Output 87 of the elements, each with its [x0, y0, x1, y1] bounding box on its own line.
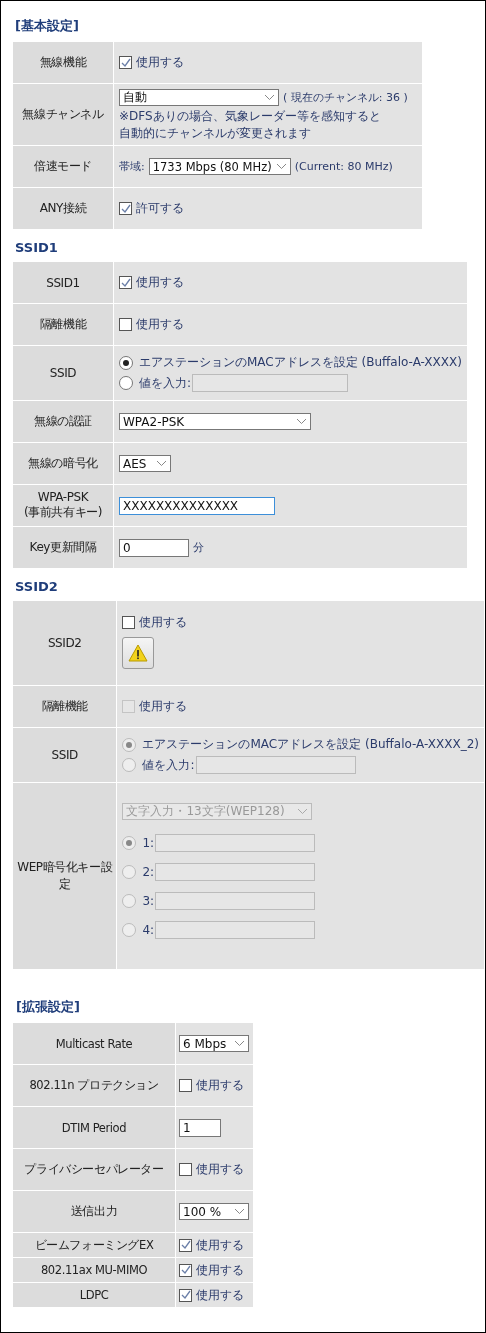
label-cell: Multicast Rate: [13, 1023, 175, 1064]
status-text: (Current: 80 MHz): [294, 160, 393, 173]
label-cell: Key更新間隔: [13, 527, 113, 568]
chevron-icon: [296, 418, 307, 425]
checkmark-icon: [180, 1265, 191, 1275]
input-field[interactable]: [155, 920, 316, 939]
checkmark-icon: [180, 1240, 191, 1250]
dropdown[interactable]: AES: [119, 455, 171, 472]
label-cell: 802.11ax MU-MIMO: [13, 1258, 175, 1282]
label-cell: 隔離機能: [13, 304, 113, 345]
chevron-icon: [264, 94, 275, 101]
checkbox-label[interactable]: 使用する: [196, 1236, 244, 1254]
checkbox-label[interactable]: 使用する: [196, 1077, 244, 1094]
label-cell: 隔離機能: [13, 686, 117, 727]
note-text: 自動的にチャンネルが変更されます: [119, 127, 311, 140]
radio-label[interactable]: エアステーションのMACアドレスを設定 (Buffalo-A-XXXX): [139, 354, 462, 371]
label-cell: ANY接続: [13, 188, 113, 229]
label-cell: 無線チャンネル: [13, 84, 113, 145]
checkbox-label[interactable]: 使用する: [136, 274, 184, 291]
checkbox-label[interactable]: 使用する: [196, 1286, 244, 1304]
input-field[interactable]: [195, 756, 356, 774]
checkbox[interactable]: [119, 276, 132, 289]
input-field[interactable]: 1: [179, 1118, 221, 1137]
checkbox[interactable]: [119, 318, 132, 331]
input-field[interactable]: [192, 374, 349, 392]
note-text: ※DFSありの場合、気象レーダー等を感知すると: [119, 110, 381, 123]
label-cell: 802.11n プロテクション: [13, 1065, 175, 1106]
checkbox-label[interactable]: 使用する: [136, 316, 184, 333]
chevron-icon: [275, 163, 287, 170]
checkmark-icon: [120, 203, 131, 214]
checkbox[interactable]: [179, 1263, 192, 1277]
input-field[interactable]: 0: [119, 538, 189, 557]
label-cell: ビームフォーミングEX: [13, 1233, 175, 1257]
label-cell: 倍速モード: [13, 146, 113, 187]
checkbox[interactable]: [179, 1288, 192, 1302]
label-cell: 送信出力: [13, 1191, 175, 1232]
status-text: ( 現在のチャンネル: 36 ): [283, 90, 408, 105]
checkbox-label[interactable]: 使用する: [136, 54, 184, 71]
checkmark-icon: [120, 57, 131, 68]
checkmark-icon: [180, 1290, 191, 1300]
checkbox[interactable]: [179, 1238, 192, 1252]
chevron-icon: [234, 1040, 245, 1047]
input-field[interactable]: [155, 891, 316, 910]
label-cell: SSID1: [13, 262, 113, 303]
checkbox[interactable]: [119, 202, 132, 215]
dropdown[interactable]: WPA2-PSK: [119, 413, 311, 430]
label-cell: WEP暗号化キー設定: [13, 783, 117, 969]
label-cell: SSID2: [13, 601, 117, 685]
input-field[interactable]: [155, 833, 316, 852]
label-cell: 無線機能: [13, 42, 113, 83]
radio-button[interactable]: [119, 376, 133, 390]
dropdown[interactable]: 自動: [119, 89, 279, 106]
section-title: [拡張設定]: [15, 998, 81, 1016]
field-label: 帯域:: [119, 159, 145, 174]
radio-label[interactable]: 値を入力:: [139, 374, 192, 392]
chevron-icon: [297, 807, 309, 815]
label-cell: プライバシーセパレーター: [13, 1149, 175, 1190]
checkbox[interactable]: [119, 56, 132, 69]
label-cell: WPA-PSK (事前共有キー): [13, 485, 113, 526]
checkbox-label[interactable]: 許可する: [136, 200, 184, 217]
chevron-icon: [234, 1208, 245, 1215]
label-cell: DTIM Period: [13, 1107, 175, 1148]
checkbox[interactable]: [122, 615, 136, 629]
input-field[interactable]: XXXXXXXXXXXXXX: [119, 496, 275, 515]
section-title: SSID1: [14, 239, 59, 257]
section-title: [基本設定]: [14, 17, 80, 35]
input-field[interactable]: [155, 862, 316, 881]
label-cell: 無線の暗号化: [13, 443, 113, 484]
checkbox-label[interactable]: 使用する: [196, 1161, 244, 1178]
section-title: SSID2: [14, 578, 59, 596]
label-cell: LDPC: [13, 1283, 175, 1307]
dropdown[interactable]: 6 Mbps: [179, 1035, 249, 1052]
dropdown[interactable]: 100 %: [179, 1203, 249, 1220]
checkbox-label[interactable]: 使用する: [139, 613, 188, 631]
unit-label: 分: [193, 540, 204, 555]
label-cell: SSID: [13, 346, 113, 400]
radio-button[interactable]: [119, 355, 133, 370]
label-cell: 無線の認証: [13, 401, 113, 442]
checkmark-icon: [120, 277, 131, 288]
checkbox-label[interactable]: 使用する: [196, 1261, 244, 1279]
checkbox[interactable]: [179, 1079, 192, 1092]
warning-button[interactable]: [122, 636, 155, 669]
dropdown[interactable]: 1733 Mbps (80 MHz): [148, 158, 291, 175]
chevron-icon: [156, 460, 167, 467]
label-cell: SSID: [13, 728, 117, 782]
checkbox[interactable]: [179, 1163, 192, 1176]
warning-icon: [128, 643, 149, 662]
